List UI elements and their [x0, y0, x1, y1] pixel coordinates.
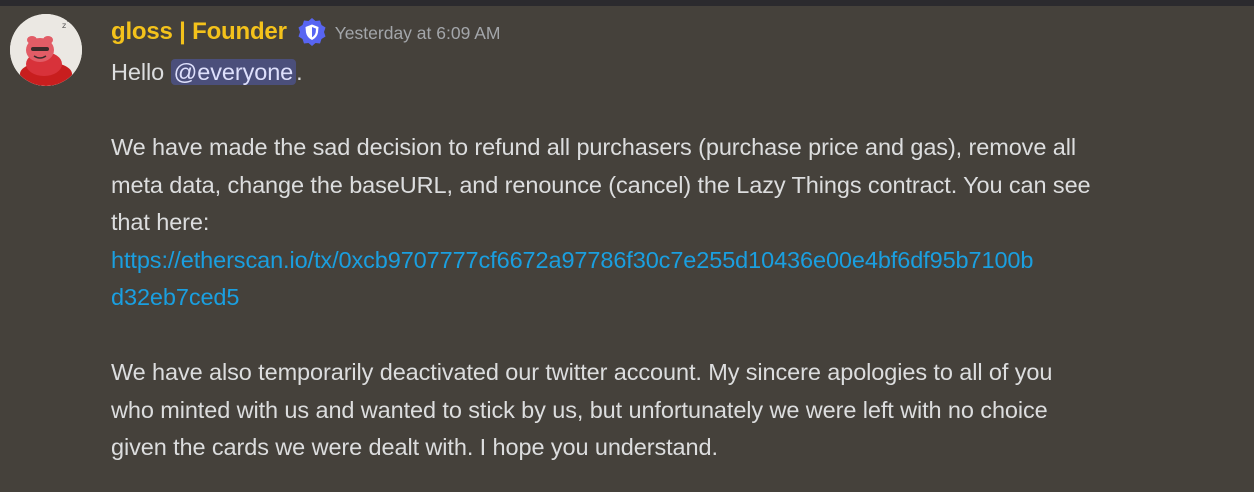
- top-divider: [0, 0, 1254, 6]
- verified-shield-icon[interactable]: [297, 17, 327, 47]
- author-name[interactable]: gloss | Founder: [111, 18, 287, 46]
- etherscan-link-line[interactable]: https://etherscan.io/tx/0xcb9707777cf667…: [111, 247, 1033, 273]
- etherscan-link-continued[interactable]: d32eb7ced5: [111, 279, 1241, 317]
- message-content: Hello @everyone. We have made the sad de…: [111, 54, 1241, 467]
- etherscan-link[interactable]: https://etherscan.io/tx/0xcb9707777cf667…: [111, 242, 1241, 280]
- greeting-suffix: .: [296, 59, 303, 85]
- avatar-image: z z: [10, 14, 82, 86]
- svg-text:z: z: [62, 21, 66, 30]
- everyone-mention[interactable]: @everyone: [170, 59, 297, 85]
- greeting-prefix: Hello: [111, 59, 165, 85]
- paragraph2-line: who minted with us and wanted to stick b…: [111, 396, 1048, 423]
- svg-text:z: z: [67, 17, 70, 24]
- message-header: gloss | Founder Yesterday at 6:09 AM: [111, 14, 500, 50]
- paragraph1-line: We have made the sad decision to refund …: [111, 134, 1076, 160]
- greeting-line: Hello @everyone.: [111, 54, 1241, 92]
- avatar[interactable]: z z: [10, 14, 82, 86]
- paragraph2-line: given the cards we were dealt with. I ho…: [111, 434, 718, 460]
- message-timestamp[interactable]: Yesterday at 6:09 AM: [335, 20, 501, 44]
- paragraph1-line: meta data, change the baseURL, and renou…: [111, 171, 1091, 198]
- etherscan-link-line[interactable]: d32eb7ced5: [111, 284, 239, 310]
- paragraph1-line: that here:: [111, 209, 210, 235]
- paragraph2-line: We have also temporarily deactivated our…: [111, 359, 1053, 385]
